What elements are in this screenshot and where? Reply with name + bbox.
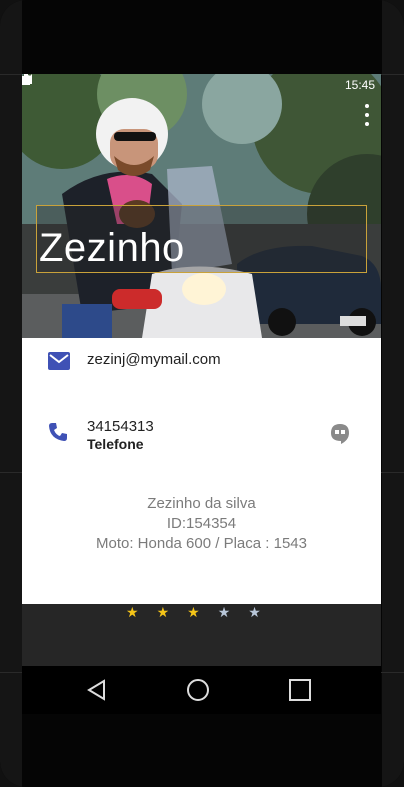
home-button[interactable] — [168, 666, 228, 714]
wifi-icon — [22, 75, 307, 90]
recents-icon — [289, 679, 311, 701]
frame-right-bezel — [382, 0, 404, 787]
rating-star-icon[interactable]: ★ — [157, 604, 170, 620]
overflow-dot-icon — [365, 122, 369, 126]
moto-line: Moto: Honda 600 / Placa : 1543 — [96, 535, 307, 552]
phone-number[interactable]: 34154313 — [87, 418, 154, 435]
full-name: Zezinho da silva — [147, 495, 256, 512]
frame-left-bezel — [0, 0, 22, 787]
email-row[interactable]: zezinj@mymail.com — [22, 338, 381, 398]
status-bar: 15:45 — [22, 74, 381, 96]
phone-frame: 15:45 Zezinho zezinj@mymail.com 34154313… — [0, 0, 404, 787]
phone-icon — [48, 422, 68, 447]
hangouts-icon[interactable] — [331, 424, 349, 449]
recents-button[interactable] — [270, 666, 330, 714]
back-icon — [87, 679, 105, 701]
contact-name-box: Zezinho — [36, 205, 367, 273]
rating-stars[interactable]: ★ ★ ★ ★ ★ — [126, 604, 261, 620]
rating-star-icon[interactable]: ★ — [126, 604, 139, 620]
back-button[interactable] — [67, 666, 127, 714]
overflow-menu-button[interactable] — [363, 104, 371, 126]
battery-icon — [22, 74, 339, 90]
email-icon — [48, 352, 70, 375]
status-time: 15:45 — [344, 78, 375, 92]
signal-icon — [22, 74, 323, 90]
id-line: ID:154354 — [166, 515, 237, 532]
rating-star-icon[interactable]: ★ — [187, 604, 200, 620]
app-screen: 15:45 Zezinho zezinj@mymail.com 34154313… — [22, 74, 381, 714]
email-address[interactable]: zezinj@mymail.com — [87, 351, 221, 368]
contact-name: Zezinho — [39, 226, 185, 270]
rating-star-icon[interactable]: ★ — [248, 604, 261, 620]
contact-details: Zezinho da silva ID:154354 Moto: Honda 6… — [22, 494, 381, 554]
home-icon — [187, 679, 209, 701]
phone-type-label: Telefone — [87, 436, 144, 452]
overflow-dot-icon — [365, 113, 369, 117]
rating-star-icon[interactable]: ★ — [218, 604, 231, 620]
navigation-bar — [22, 666, 381, 714]
overflow-dot-icon — [365, 104, 369, 108]
contact-header-photo: 15:45 Zezinho — [22, 74, 381, 338]
phone-row[interactable]: 34154313 Telefone — [22, 412, 381, 464]
